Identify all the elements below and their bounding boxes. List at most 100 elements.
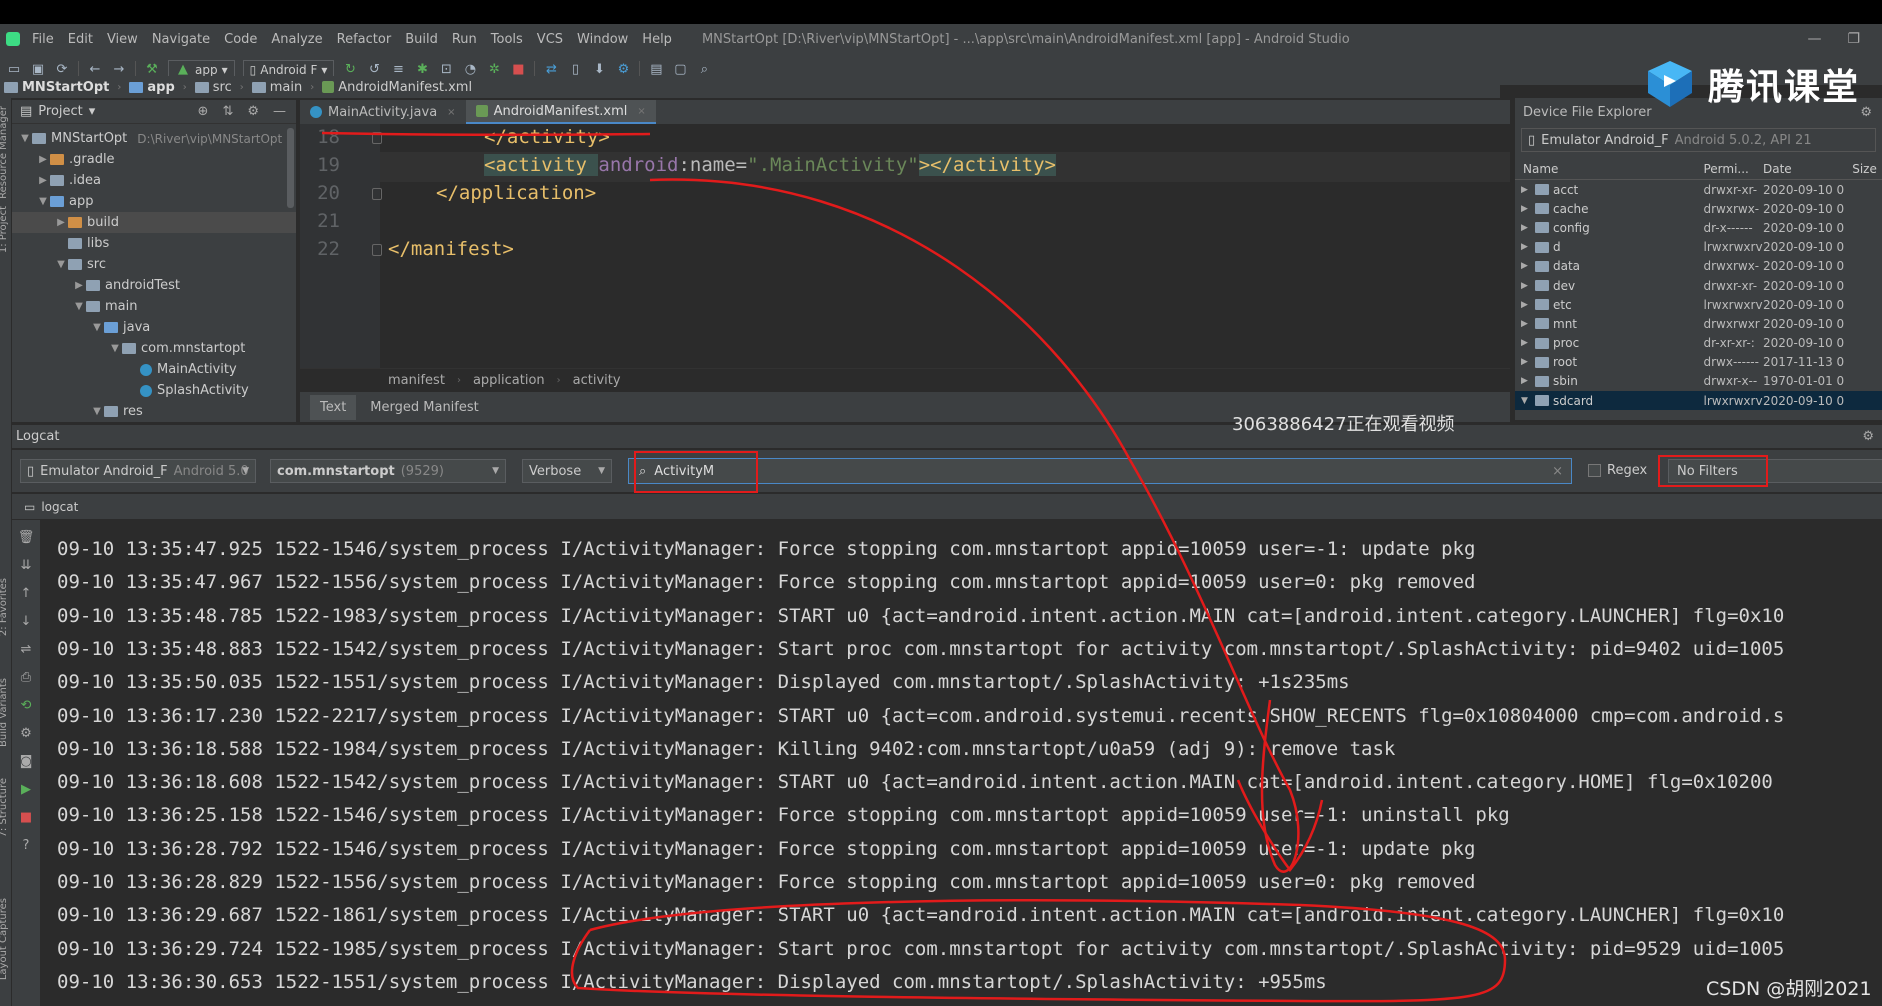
project-tool-tab[interactable]: 1: Project	[0, 206, 9, 253]
chevron-right-icon[interactable]: ▶	[1521, 242, 1531, 252]
tree-item[interactable]: ▶ build	[12, 212, 296, 233]
tree-item[interactable]: ▼ java	[12, 317, 296, 338]
tree-item[interactable]: ▼ com.mnstartopt	[12, 338, 296, 359]
gear-icon[interactable]: ⚙	[1860, 105, 1872, 120]
tree-item[interactable]: ▼ src	[12, 254, 296, 275]
logcat-subtab[interactable]: logcat	[41, 500, 78, 514]
tab-text[interactable]: Text	[310, 394, 357, 420]
chevron-right-icon[interactable]: ▶	[1521, 185, 1531, 195]
menu-build[interactable]: Build	[399, 32, 446, 47]
menu-refactor[interactable]: Refactor	[331, 32, 400, 47]
chevron-right-icon[interactable]: ▶	[54, 217, 68, 228]
menu-navigate[interactable]: Navigate	[146, 32, 218, 47]
fold-marker[interactable]	[372, 188, 382, 200]
tree-item[interactable]: ▶ androidTest	[12, 275, 296, 296]
fold-marker[interactable]	[372, 132, 382, 144]
screen-record-icon[interactable]: ▶	[21, 782, 31, 797]
chevron-right-icon[interactable]: ▶	[1521, 261, 1531, 271]
chevron-right-icon[interactable]: ▶	[1521, 204, 1531, 214]
resource-manager-tab[interactable]: Resource Manager	[0, 106, 9, 199]
file-row[interactable]: ▶ acct drwxr-xr- 2020-09-10 0	[1515, 180, 1882, 199]
close-icon[interactable]: ×	[637, 106, 645, 117]
file-row[interactable]: ▶ mnt drwxrwxr 2020-09-10 0	[1515, 314, 1882, 333]
chevron-down-icon[interactable]: ▼	[90, 322, 104, 333]
menu-vcs[interactable]: VCS	[531, 32, 571, 47]
gear-icon[interactable]: ⚙	[20, 726, 32, 741]
menu-help[interactable]: Help	[636, 32, 680, 47]
col-permissions[interactable]: Permi...	[1703, 162, 1763, 176]
close-icon[interactable]: ×	[447, 107, 455, 118]
tree-item[interactable]: ▶ .gradle	[12, 149, 296, 170]
gear-icon[interactable]: ⚙	[1862, 429, 1874, 444]
chevron-right-icon[interactable]: ▶	[1521, 319, 1531, 329]
breadcrumb-app[interactable]: app	[129, 80, 175, 95]
logcat-level-select[interactable]: Verbose ▼	[522, 459, 612, 483]
chevron-down-icon[interactable]: ▼	[108, 343, 122, 354]
chevron-right-icon[interactable]: ▶	[36, 154, 50, 165]
help-icon[interactable]: ?	[23, 838, 30, 853]
chevron-down-icon[interactable]: ▼	[18, 133, 32, 144]
soft-wrap-icon[interactable]: ⇌	[21, 642, 32, 657]
print-icon[interactable]: ⎙	[21, 670, 31, 685]
logcat-device-select[interactable]: ▯ Emulator Android_F Android 5.0 ▼	[20, 459, 256, 483]
tab-merged-manifest[interactable]: Merged Manifest	[360, 395, 488, 420]
build-variants-tool-tab[interactable]: Build Variants	[0, 678, 9, 747]
locate-file-icon[interactable]: ⊕	[198, 104, 209, 119]
scroll-to-end-icon[interactable]: ⇊	[21, 558, 32, 573]
tab-mainactivity-java[interactable]: MainActivity.java ×	[300, 100, 466, 124]
menu-window[interactable]: Window	[571, 32, 636, 47]
chevron-right-icon[interactable]: ▶	[1521, 300, 1531, 310]
hide-panel-icon[interactable]: —	[273, 104, 286, 119]
chevron-down-icon[interactable]: ▼	[36, 196, 50, 207]
logcat-search-input[interactable]: ⌕ ActivityM ×	[628, 458, 1572, 484]
tree-item[interactable]: ▼ main	[12, 296, 296, 317]
up-arrow-icon[interactable]: ↑	[21, 586, 32, 601]
chevron-right-icon[interactable]: ▶	[1521, 357, 1531, 367]
breadcrumb-src[interactable]: src	[194, 80, 232, 95]
collapse-all-icon[interactable]: ⇅	[222, 104, 233, 119]
tree-item[interactable]: ▼ res	[12, 401, 296, 422]
restart-icon[interactable]: ⟲	[21, 698, 32, 713]
tree-item[interactable]: ▶ .idea	[12, 170, 296, 191]
menu-file[interactable]: File	[26, 32, 62, 47]
menu-run[interactable]: Run	[446, 32, 485, 47]
tree-item[interactable]: SplashActivity	[12, 380, 296, 401]
file-row[interactable]: ▶ root drwx------ 2017-11-13 0	[1515, 353, 1882, 372]
file-row[interactable]: ▶ config dr-x------ 2020-09-10 0	[1515, 218, 1882, 237]
chevron-down-icon[interactable]: ▼	[54, 259, 68, 270]
chevron-right-icon[interactable]: ▶	[1521, 376, 1531, 386]
crumb-activity[interactable]: activity	[573, 373, 621, 388]
chevron-down-icon[interactable]: ▼	[1521, 396, 1531, 406]
logcat-filter-select[interactable]: No Filters	[1668, 459, 1882, 483]
tree-item[interactable]: ▼ app	[12, 191, 296, 212]
file-row[interactable]: ▶ data drwxrwx- 2020-09-10 0	[1515, 257, 1882, 276]
stop-icon[interactable]: ■	[20, 810, 32, 825]
crumb-manifest[interactable]: manifest	[388, 373, 445, 388]
down-arrow-icon[interactable]: ↓	[21, 614, 32, 629]
chevron-right-icon[interactable]: ▶	[1521, 281, 1531, 291]
menu-view[interactable]: View	[101, 32, 146, 47]
gear-icon[interactable]: ⚙	[247, 104, 259, 119]
favorites-tool-tab[interactable]: 2: Favorites	[0, 578, 9, 636]
tab-androidmanifest-xml[interactable]: AndroidManifest.xml ×	[465, 100, 656, 124]
chevron-right-icon[interactable]: ▶	[36, 175, 50, 186]
regex-checkbox[interactable]: Regex	[1588, 463, 1647, 478]
structure-tool-tab[interactable]: 7: Structure	[0, 778, 9, 837]
restore-button[interactable]: ❐	[1847, 31, 1860, 47]
col-date[interactable]: Date	[1763, 162, 1852, 176]
camera-icon[interactable]: ◙	[20, 754, 33, 769]
breadcrumb-main[interactable]: main	[251, 80, 302, 95]
tree-item[interactable]: ▼ MNStartOpt D:\River\vip\MNStartOpt	[12, 128, 296, 149]
minimize-button[interactable]: —	[1807, 31, 1821, 47]
chevron-down-icon[interactable]: ▼	[90, 406, 104, 417]
layout-captures-tool-tab[interactable]: Layout Captures	[0, 898, 9, 980]
menu-tools[interactable]: Tools	[485, 32, 531, 47]
file-row[interactable]: ▶ dev drwxr-xr- 2020-09-10 0	[1515, 276, 1882, 295]
fold-marker[interactable]	[372, 244, 382, 256]
breadcrumb-file[interactable]: AndroidManifest.xml	[322, 80, 472, 95]
col-name[interactable]: Name	[1515, 162, 1703, 176]
menu-edit[interactable]: Edit	[62, 32, 101, 47]
chevron-right-icon[interactable]: ▶	[1521, 223, 1531, 233]
chevron-right-icon[interactable]: ▶	[72, 280, 86, 291]
file-row[interactable]: ▼ sdcard lrwxrwxrv 2020-09-10 0	[1515, 391, 1882, 411]
